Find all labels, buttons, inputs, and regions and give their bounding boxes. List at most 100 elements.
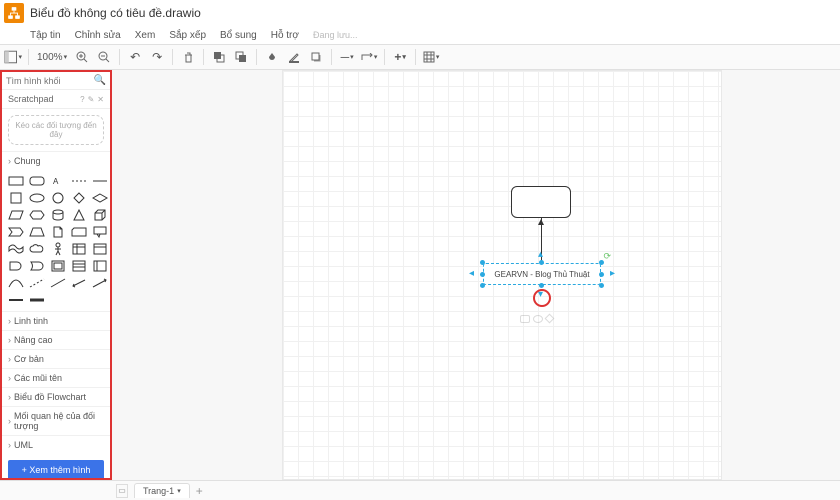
shape-rectangle[interactable] [7, 174, 25, 188]
shape-square[interactable] [7, 191, 25, 205]
shape-cube[interactable] [91, 208, 109, 222]
search-icon[interactable]: 🔍 [94, 75, 106, 86]
selected-node-group[interactable]: GEARVN - Blog Thủ Thuật ⟳ ◂ ▸ ▴ ▾ [483, 263, 601, 285]
add-page-button[interactable]: + [196, 484, 203, 498]
connect-up-icon[interactable]: ▴ [538, 249, 543, 260]
shape-search[interactable]: 🔍 [2, 72, 110, 90]
menu-arrange[interactable]: Sắp xếp [169, 30, 206, 41]
shape-internal[interactable] [70, 242, 88, 256]
shape-tape[interactable] [7, 242, 25, 256]
title-bar: Biểu đồ không có tiêu đề.drawio [0, 0, 840, 26]
shape-card[interactable] [70, 225, 88, 239]
search-input[interactable] [6, 76, 94, 86]
shape-triangle[interactable] [70, 208, 88, 222]
shape-list[interactable] [70, 259, 88, 273]
redo-icon[interactable]: ↷ [148, 48, 166, 66]
toolbar: ▾ 100%▾ ↶ ↷ ─▾ ▾ +▾ ▾ [0, 44, 840, 70]
category-chung[interactable]: Chung [2, 151, 110, 170]
shape-divider[interactable] [70, 174, 88, 188]
category-quan-he[interactable]: Mối quan hệ của đối tượng [2, 406, 110, 435]
shapes-palette: A [2, 170, 110, 311]
zoom-in-icon[interactable] [73, 48, 91, 66]
scratchpad-help-icon[interactable]: ? [80, 95, 84, 104]
shape-line-thick2[interactable] [28, 293, 46, 307]
line-color-icon[interactable] [285, 48, 303, 66]
rotate-handle-icon[interactable]: ⟳ [603, 251, 611, 262]
svg-text:A: A [53, 177, 59, 186]
outline-toggle-icon[interactable]: ▭ [116, 484, 128, 498]
shape-line-thick[interactable] [7, 293, 25, 307]
shape-hline[interactable] [91, 174, 109, 188]
page-tab[interactable]: Trang-1▾ [134, 483, 190, 498]
canvas-arrowhead [538, 219, 544, 225]
save-status: Đang lưu... [313, 30, 358, 40]
category-mui-ten[interactable]: Các mũi tên [2, 368, 110, 387]
menu-bar: Tập tin Chỉnh sửa Xem Sắp xếp Bổ sung Hỗ… [0, 26, 840, 44]
document-title[interactable]: Biểu đồ không có tiêu đề.drawio [30, 6, 201, 20]
shape-cloud[interactable] [28, 242, 46, 256]
connection-icon[interactable]: ─▾ [338, 48, 356, 66]
category-flowchart[interactable]: Biểu đồ Flowchart [2, 387, 110, 406]
shape-line-curve[interactable] [7, 276, 25, 290]
shape-and[interactable] [7, 259, 25, 273]
shape-doc[interactable] [49, 225, 67, 239]
fill-color-icon[interactable] [263, 48, 281, 66]
connect-left-icon[interactable]: ◂ [469, 268, 474, 279]
shape-line-dashed[interactable] [28, 276, 46, 290]
shape-actor[interactable] [49, 242, 67, 256]
shape-callout[interactable] [91, 225, 109, 239]
highlight-circle [533, 289, 551, 307]
shape-cylinder[interactable] [49, 208, 67, 222]
view-mode-button[interactable]: ▾ [4, 48, 22, 66]
shape-circle[interactable] [49, 191, 67, 205]
scratchpad-dropzone[interactable]: Kéo các đối tượng đến đây [8, 115, 104, 145]
more-shapes-button[interactable]: + Xem thêm hình [8, 460, 104, 480]
scratchpad-edit-icon[interactable]: ✎ [88, 95, 95, 104]
to-front-icon[interactable] [210, 48, 228, 66]
shape-picker[interactable] [520, 315, 553, 323]
waypoint-icon[interactable]: ▾ [360, 48, 378, 66]
to-back-icon[interactable] [232, 48, 250, 66]
zoom-level[interactable]: 100%▾ [35, 52, 69, 63]
category-nang-cao[interactable]: Nâng cao [2, 330, 110, 349]
connect-right-icon[interactable]: ▸ [610, 268, 615, 279]
canvas-node-rect[interactable] [511, 186, 571, 218]
shape-rhombus[interactable] [91, 191, 109, 205]
zoom-out-icon[interactable] [95, 48, 113, 66]
scratchpad-header[interactable]: Scratchpad ?✎✕ [2, 90, 110, 109]
shape-swimlane[interactable] [91, 259, 109, 273]
footer: ▭ Trang-1▾ + [0, 480, 840, 500]
shape-frame[interactable] [49, 259, 67, 273]
menu-help[interactable]: Hỗ trợ [271, 30, 299, 41]
undo-icon[interactable]: ↶ [126, 48, 144, 66]
sidebar: 🔍 Scratchpad ?✎✕ Kéo các đối tượng đến đ… [0, 70, 112, 480]
shape-ellipse[interactable] [28, 191, 46, 205]
insert-icon[interactable]: +▾ [391, 48, 409, 66]
shape-diamond[interactable] [70, 191, 88, 205]
scratchpad-close-icon[interactable]: ✕ [97, 95, 104, 104]
shape-or[interactable] [28, 259, 46, 273]
canvas-area[interactable]: GEARVN - Blog Thủ Thuật ⟳ ◂ ▸ ▴ ▾ [112, 70, 840, 480]
shape-rounded[interactable] [28, 174, 46, 188]
menu-edit[interactable]: Chỉnh sửa [75, 30, 121, 41]
category-linh-tinh[interactable]: Linh tinh [2, 311, 110, 330]
shape-parallelogram[interactable] [7, 208, 25, 222]
shape-hexagon[interactable] [28, 208, 46, 222]
category-uml[interactable]: UML [2, 435, 110, 454]
shape-arrow-bi[interactable] [70, 276, 88, 290]
delete-icon[interactable] [179, 48, 197, 66]
menu-view[interactable]: Xem [135, 30, 156, 41]
drawing-canvas[interactable]: GEARVN - Blog Thủ Thuật ⟳ ◂ ▸ ▴ ▾ [282, 70, 722, 480]
menu-extras[interactable]: Bổ sung [220, 30, 257, 41]
shape-step[interactable] [7, 225, 25, 239]
shape-line-solid[interactable] [49, 276, 67, 290]
shape-trapezoid[interactable] [28, 225, 46, 239]
shape-text[interactable]: A [49, 174, 67, 188]
category-co-ban[interactable]: Cơ bản [2, 349, 110, 368]
shape-arrow[interactable] [91, 276, 109, 290]
canvas-node-selected[interactable]: GEARVN - Blog Thủ Thuật [483, 263, 601, 285]
menu-file[interactable]: Tập tin [30, 30, 61, 41]
shadow-icon[interactable] [307, 48, 325, 66]
table-icon[interactable]: ▾ [422, 48, 440, 66]
shape-container[interactable] [91, 242, 109, 256]
